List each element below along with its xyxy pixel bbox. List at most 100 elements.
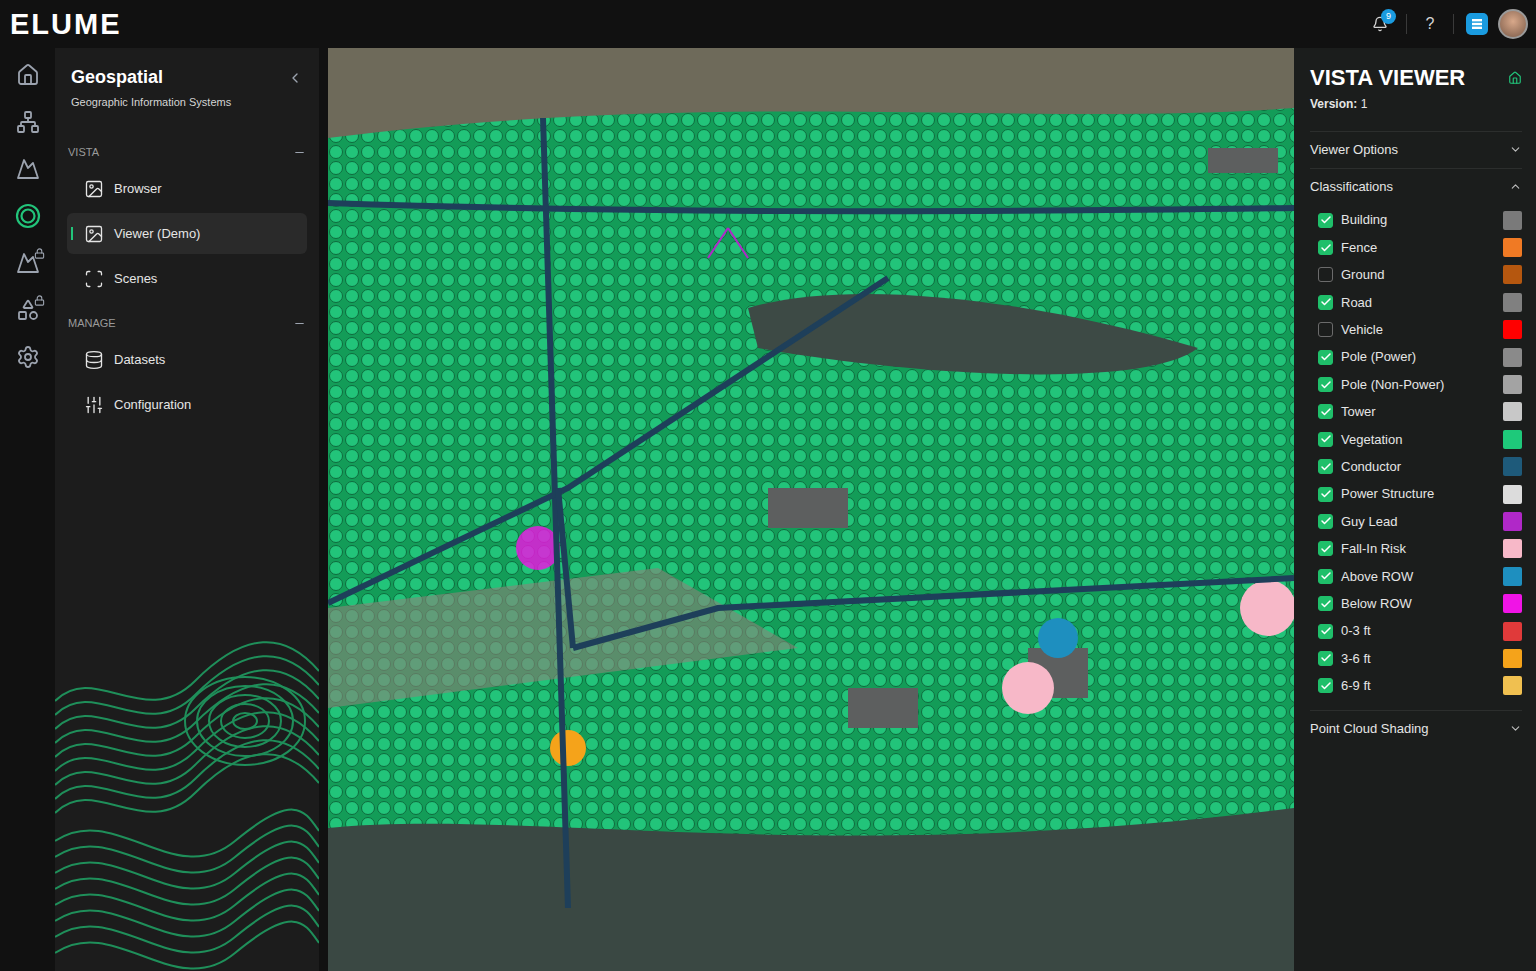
chevron-down-icon (1509, 722, 1522, 735)
rail-item[interactable] (13, 344, 43, 370)
rail-item[interactable] (13, 156, 43, 182)
classification-checkbox[interactable] (1318, 596, 1333, 611)
database-icon (84, 350, 104, 370)
help-button[interactable]: ? (1415, 12, 1445, 36)
classification-checkbox[interactable] (1318, 322, 1333, 337)
color-swatch[interactable] (1503, 594, 1522, 613)
sliders-icon (84, 395, 104, 415)
check-icon (1320, 570, 1332, 582)
sidebar-title: Geospatial (71, 66, 231, 89)
classification-checkbox[interactable] (1318, 569, 1333, 584)
rail-item[interactable] (13, 109, 43, 135)
classification-checkbox[interactable] (1318, 350, 1333, 365)
viewer-section: Viewer Options (1310, 131, 1522, 168)
notification-badge: 9 (1381, 9, 1396, 24)
check-icon (1320, 598, 1332, 610)
color-swatch[interactable] (1503, 485, 1522, 504)
section-header[interactable]: MANAGE (67, 309, 307, 337)
section-label: MANAGE (68, 315, 116, 332)
color-swatch[interactable] (1503, 375, 1522, 394)
color-swatch[interactable] (1503, 402, 1522, 421)
classification-row[interactable]: Ground (1318, 261, 1522, 288)
collapse-icon[interactable] (287, 70, 303, 86)
sidebar-item[interactable]: Configuration (67, 384, 307, 425)
color-swatch[interactable] (1503, 649, 1522, 668)
sidebar-item[interactable]: Browser (67, 168, 307, 209)
sidebar-item[interactable]: Viewer (Demo) (67, 213, 307, 254)
classification-checkbox[interactable] (1318, 267, 1333, 282)
classification-row[interactable]: Building (1318, 207, 1522, 234)
sidebar-section: VISTABrowserViewer (Demo)Scenes (55, 138, 319, 301)
classification-row[interactable]: Power Structure (1318, 480, 1522, 507)
section-header[interactable]: VISTA (67, 138, 307, 166)
shapes-icon (16, 298, 40, 322)
color-swatch[interactable] (1503, 211, 1522, 230)
classification-row[interactable]: Tower (1318, 398, 1522, 425)
classification-checkbox[interactable] (1318, 459, 1333, 474)
color-swatch[interactable] (1503, 238, 1522, 257)
home-icon[interactable] (1508, 71, 1522, 85)
classification-checkbox[interactable] (1318, 624, 1333, 639)
scan-icon (84, 269, 104, 289)
notifications-button[interactable]: 9 (1362, 6, 1398, 42)
app-window: ELUME9?GeospatialGeographic Information … (0, 0, 1536, 971)
classification-checkbox[interactable] (1318, 404, 1333, 419)
classification-checkbox[interactable] (1318, 651, 1333, 666)
color-swatch[interactable] (1503, 293, 1522, 312)
classification-row[interactable]: 0-3 ft (1318, 617, 1522, 644)
classification-row[interactable]: Pole (Power) (1318, 343, 1522, 370)
app-switcher-icon[interactable] (1466, 13, 1488, 35)
point-cloud-scene[interactable] (328, 48, 1294, 971)
classification-row[interactable]: Guy Lead (1318, 508, 1522, 535)
sidebar-item[interactable]: Datasets (67, 339, 307, 380)
check-icon (1320, 379, 1332, 391)
classification-list: BuildingFenceGroundRoadVehiclePole (Powe… (1310, 205, 1522, 710)
color-swatch[interactable] (1503, 512, 1522, 531)
classification-row[interactable]: Fence (1318, 234, 1522, 261)
classification-checkbox[interactable] (1318, 432, 1333, 447)
classification-checkbox[interactable] (1318, 678, 1333, 693)
sidebar-item[interactable]: Scenes (67, 258, 307, 299)
classification-row[interactable]: Pole (Non-Power) (1318, 371, 1522, 398)
classification-checkbox[interactable] (1318, 295, 1333, 310)
color-swatch[interactable] (1503, 622, 1522, 641)
rail-item[interactable] (13, 250, 43, 276)
map-viewport[interactable] (328, 48, 1294, 971)
color-swatch[interactable] (1503, 320, 1522, 339)
check-icon (1320, 433, 1332, 445)
classification-checkbox[interactable] (1318, 377, 1333, 392)
color-swatch[interactable] (1503, 348, 1522, 367)
section-toggle[interactable]: Classifications (1310, 169, 1522, 205)
check-icon (1320, 296, 1332, 308)
classification-row[interactable]: 3-6 ft (1318, 645, 1522, 672)
rail-item[interactable] (13, 62, 43, 88)
rail-item[interactable] (13, 203, 43, 229)
classification-row[interactable]: 6-9 ft (1318, 672, 1522, 699)
classification-row[interactable]: Conductor (1318, 453, 1522, 480)
classification-row[interactable]: Above ROW (1318, 563, 1522, 590)
classification-row[interactable]: Below ROW (1318, 590, 1522, 617)
classification-row[interactable]: Vegetation (1318, 426, 1522, 453)
logo[interactable]: ELUME (10, 10, 122, 39)
classification-checkbox[interactable] (1318, 240, 1333, 255)
lock-icon (34, 295, 45, 306)
color-swatch[interactable] (1503, 539, 1522, 558)
classification-row[interactable]: Road (1318, 289, 1522, 316)
color-swatch[interactable] (1503, 676, 1522, 695)
section-toggle[interactable]: Point Cloud Shading (1310, 711, 1522, 747)
classification-checkbox[interactable] (1318, 514, 1333, 529)
viewer-section: Point Cloud Shading (1310, 710, 1522, 747)
color-swatch[interactable] (1503, 265, 1522, 284)
classification-checkbox[interactable] (1318, 487, 1333, 502)
color-swatch[interactable] (1503, 567, 1522, 586)
check-icon (1320, 351, 1332, 363)
color-swatch[interactable] (1503, 430, 1522, 449)
user-avatar[interactable] (1498, 9, 1528, 39)
classification-checkbox[interactable] (1318, 213, 1333, 228)
rail-item[interactable] (13, 297, 43, 323)
section-toggle[interactable]: Viewer Options (1310, 132, 1522, 168)
color-swatch[interactable] (1503, 457, 1522, 476)
classification-row[interactable]: Vehicle (1318, 316, 1522, 343)
classification-row[interactable]: Fall-In Risk (1318, 535, 1522, 562)
classification-checkbox[interactable] (1318, 541, 1333, 556)
